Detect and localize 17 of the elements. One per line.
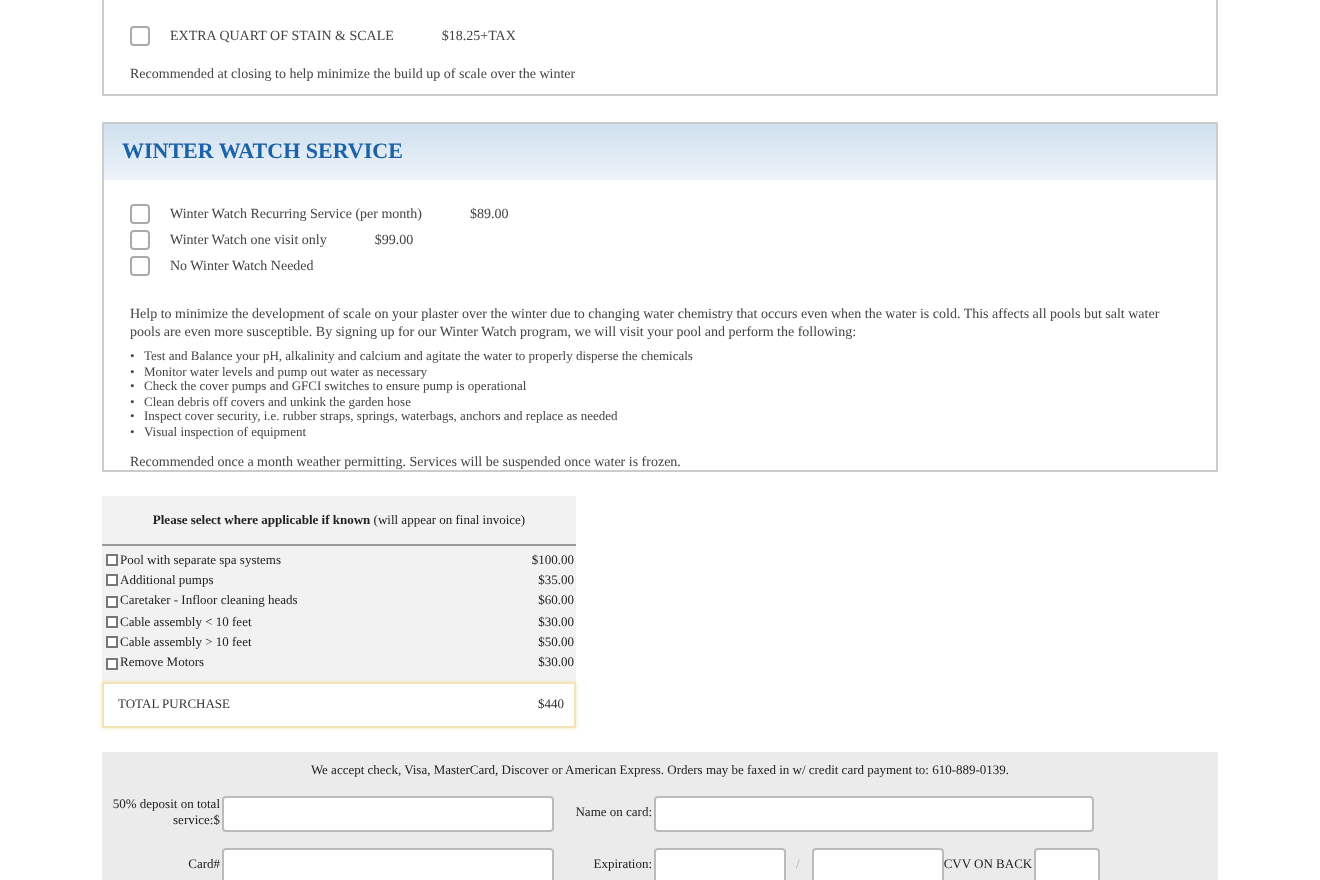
- section-title: WINTER WATCH SERVICE: [104, 124, 1216, 180]
- input-field[interactable]: [654, 847, 786, 880]
- input-field[interactable]: [654, 795, 1094, 832]
- checkbox[interactable]: [106, 554, 118, 567]
- checkbox[interactable]: [130, 25, 150, 45]
- input-field[interactable]: [1034, 847, 1101, 880]
- checkbox[interactable]: [106, 595, 118, 608]
- input-field[interactable]: [222, 847, 554, 880]
- checkbox[interactable]: [130, 203, 150, 223]
- input-field[interactable]: [222, 795, 554, 832]
- checkbox[interactable]: [106, 616, 118, 629]
- checkbox[interactable]: [106, 636, 118, 649]
- checkbox[interactable]: [130, 255, 150, 275]
- checkbox[interactable]: [106, 574, 118, 587]
- input-field[interactable]: [811, 847, 944, 880]
- checkbox[interactable]: [130, 229, 150, 249]
- checkbox[interactable]: [106, 657, 118, 670]
